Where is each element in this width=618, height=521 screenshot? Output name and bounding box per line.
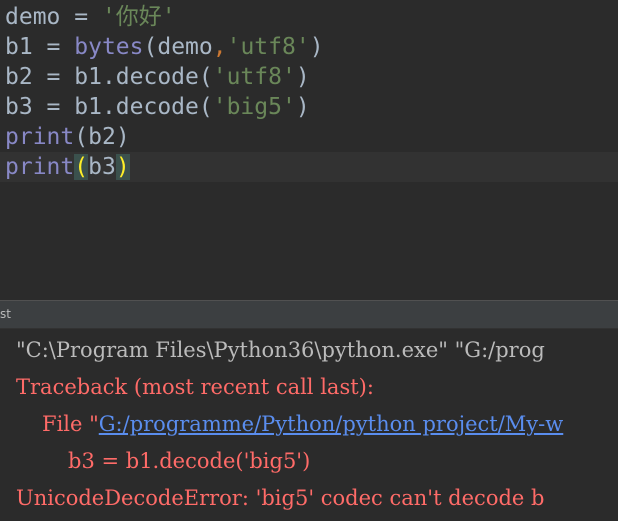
- paren-open: (: [198, 94, 213, 120]
- operator: =: [32, 94, 75, 120]
- string-literal: 'utf8': [212, 64, 296, 90]
- code-line-1[interactable]: demo = '你好': [0, 2, 618, 32]
- comma: ,: [212, 34, 227, 60]
- string-literal: 'big5': [212, 94, 296, 120]
- variable: b1: [5, 34, 33, 60]
- builtin-function: print: [5, 124, 75, 150]
- error-message: UnicodeDecodeError: 'big5' codec can't d…: [16, 486, 545, 510]
- code-editor[interactable]: demo = '你好' b1 = bytes(demo,'utf8') b2 =…: [0, 0, 618, 300]
- string-literal: '你好': [101, 4, 176, 30]
- argument: b2: [88, 124, 116, 150]
- code-line-5[interactable]: print(b2): [0, 122, 618, 152]
- file-prefix: File ": [42, 412, 99, 436]
- traceback-header: Traceback (most recent call last):: [16, 375, 374, 399]
- code-line-6-current[interactable]: print(b3): [0, 152, 618, 182]
- argument: b3: [88, 154, 116, 180]
- builtin-function: print: [5, 154, 75, 180]
- method-call: b1.decode: [74, 64, 199, 90]
- code-line-2[interactable]: b1 = bytes(demo,'utf8'): [0, 32, 618, 62]
- paren-open: (: [143, 34, 158, 60]
- paren-open: (: [198, 64, 213, 90]
- operator: =: [60, 4, 102, 30]
- builtin-function: bytes: [74, 34, 144, 60]
- run-panel-header[interactable]: st: [0, 300, 618, 329]
- variable: b2: [5, 64, 33, 90]
- file-path-link[interactable]: G:/programme/Python/python project/My-w: [99, 412, 563, 436]
- operator: =: [32, 34, 75, 60]
- run-console[interactable]: "C:\Program Files\Python36\python.exe" "…: [0, 329, 618, 521]
- run-tab-title[interactable]: st: [0, 307, 11, 321]
- paren-close: ): [295, 64, 310, 90]
- paren-close: ): [309, 34, 324, 60]
- code-line-3[interactable]: b2 = b1.decode('utf8'): [0, 62, 618, 92]
- method-call: b1.decode: [74, 94, 199, 120]
- string-literal: 'utf8': [226, 34, 310, 60]
- argument: demo: [157, 34, 213, 60]
- operator: =: [32, 64, 75, 90]
- variable: demo: [5, 4, 61, 30]
- variable: b3: [5, 94, 33, 120]
- paren-close: ): [295, 94, 310, 120]
- traceback-file-line: File "G:/programme/Python/python project…: [42, 406, 563, 442]
- paren-close: ): [115, 124, 130, 150]
- matched-paren-open: (: [74, 154, 89, 180]
- code-line-4[interactable]: b3 = b1.decode('big5'): [0, 92, 618, 122]
- paren-open: (: [74, 124, 89, 150]
- matched-paren-close: ): [115, 154, 130, 180]
- traceback-code-line: b3 = b1.decode('big5'): [68, 449, 311, 473]
- console-command-line: "C:\Program Files\Python36\python.exe" "…: [16, 338, 545, 362]
- ide-window: demo = '你好' b1 = bytes(demo,'utf8') b2 =…: [0, 0, 618, 521]
